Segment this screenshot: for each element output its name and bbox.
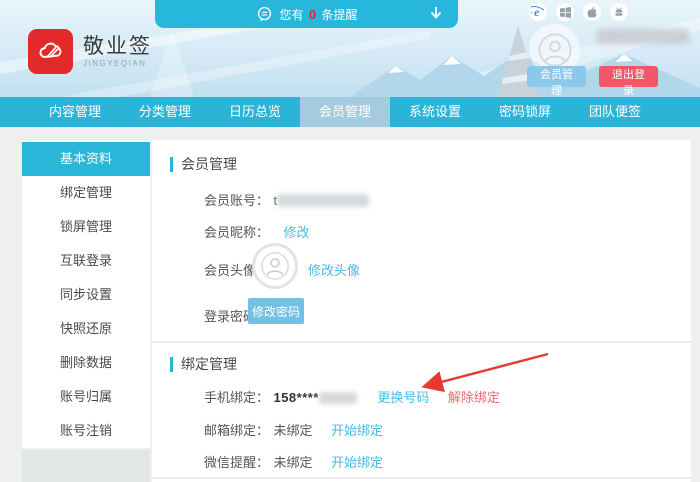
email-binding-row: 邮箱绑定： 未绑定 开始绑定 [204,420,383,440]
wechat-binding-status: 未绑定 [273,455,312,470]
logout-button[interactable]: 退出登录 [599,66,658,87]
avatar-edit-link[interactable]: 修改头像 [308,260,360,279]
sidebar-item-basic-info[interactable]: 基本资料 [22,142,150,176]
nav-tab-password-lock[interactable]: 密码锁屏 [480,97,570,127]
start-wechat-binding-link[interactable]: 开始绑定 [331,455,383,470]
nav-tab-system-settings[interactable]: 系统设置 [390,97,480,127]
nickname-edit-link[interactable]: 修改 [283,225,309,240]
member-manage-button[interactable]: 会员管理 [527,66,586,87]
nav-tab-member-manage[interactable]: 会员管理 [300,97,390,127]
ie-browser-icon[interactable]: e [529,3,547,21]
sidebar-item-delete-data[interactable]: 删除数据 [22,346,150,380]
notification-count: 0 [307,7,318,22]
start-email-binding-link[interactable]: 开始绑定 [331,423,383,438]
section-divider [152,477,691,479]
platform-download-icons: e [529,3,628,21]
message-bubble-icon [256,6,273,23]
windows-icon[interactable] [556,3,574,21]
sidebar-item-account-ownership[interactable]: 账号归属 [22,380,150,414]
page: 敬业签 JINGYEQIAN 您有 0 条提醒 [0,0,700,482]
unbind-phone-link[interactable]: 解除绑定 [448,390,500,405]
main-nav: 内容管理 分类管理 日历总览 会员管理 系统设置 密码锁屏 团队便签 [0,97,700,127]
change-password-button[interactable]: 修改密码 [248,298,304,324]
sidebar-shadow [22,450,150,482]
wechat-reminder-row: 微信提醒： 未绑定 开始绑定 [204,452,383,472]
apple-icon[interactable] [583,3,601,21]
email-binding-label: 邮箱绑定： [204,423,269,438]
phone-number-value: 158**** [273,390,318,405]
wechat-reminder-label: 微信提醒： [204,455,269,470]
binding-section-title: 绑定管理 [170,354,237,374]
logo: 敬业签 JINGYEQIAN [28,29,152,74]
notification-bar[interactable]: 您有 0 条提醒 [155,0,458,28]
sidebar-item-binding-manage[interactable]: 绑定管理 [22,176,150,210]
logo-text: 敬业签 JINGYEQIAN [83,35,152,68]
phone-binding-label: 手机绑定： [204,390,269,405]
sidebar-item-lockscreen-manage[interactable]: 锁屏管理 [22,210,150,244]
member-section-title: 会员管理 [170,154,237,174]
header: 敬业签 JINGYEQIAN 您有 0 条提醒 [0,0,700,97]
notification-text: 您有 0 条提醒 [280,6,358,23]
member-avatar[interactable] [252,243,298,289]
phone-number-blurred [319,392,357,404]
account-label: 会员账号： [204,193,269,208]
android-icon[interactable] [610,3,628,21]
section-accent-bar [170,357,173,372]
jingyeqian-cloud-logo-icon [28,29,73,74]
sidebar-item-snapshot-restore[interactable]: 快照还原 [22,312,150,346]
account-row: 会员账号： t [204,190,369,210]
download-arrow-icon[interactable] [428,5,444,21]
app-subtitle: JINGYEQIAN [83,59,152,68]
nickname-label: 会员昵称： [204,225,269,240]
account-value-blurred [277,194,369,207]
sidebar-item-linked-login[interactable]: 互联登录 [22,244,150,278]
phone-binding-row: 手机绑定： 158**** 更换号码 解除绑定 [204,387,500,407]
app-title: 敬业签 [83,35,152,59]
nav-tab-category-manage[interactable]: 分类管理 [120,97,210,127]
section-accent-bar [170,157,173,172]
sidebar-item-account-cancel[interactable]: 账号注销 [22,414,150,448]
username-blurred [597,29,689,44]
section-divider [152,341,691,343]
main-panel: 会员管理 会员账号： t 会员昵称： 修改 会员头像： 修改头像 登录密码： 修… [152,140,691,482]
sidebar-item-sync-settings[interactable]: 同步设置 [22,278,150,312]
email-binding-status: 未绑定 [273,423,312,438]
change-phone-link[interactable]: 更换号码 [377,390,429,405]
nav-tab-content-manage[interactable]: 内容管理 [30,97,120,127]
sidebar: 基本资料 绑定管理 锁屏管理 互联登录 同步设置 快照还原 删除数据 账号归属 … [22,140,150,448]
nav-tab-team-notes[interactable]: 团队便签 [570,97,660,127]
nav-tab-calendar-overview[interactable]: 日历总览 [210,97,300,127]
nickname-row: 会员昵称： 修改 [204,222,309,242]
